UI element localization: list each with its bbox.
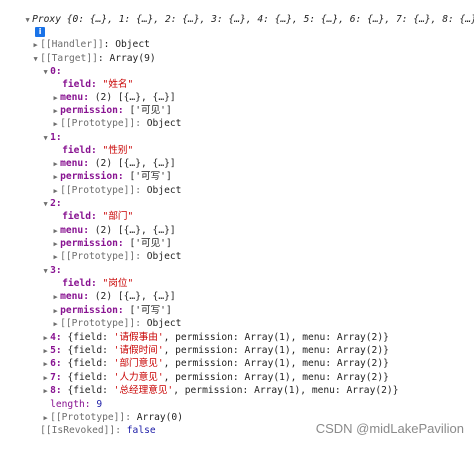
permission-row[interactable]: ▶ permission: ['可写'] bbox=[28, 291, 172, 316]
target-value: Array(9) bbox=[109, 53, 156, 65]
revoked-key: [[IsRevoked]]: bbox=[40, 425, 121, 437]
item-row-0[interactable]: ▼ 0: bbox=[18, 52, 62, 77]
item-rest: , permission: Array(1), menu: Array(2)} bbox=[173, 385, 399, 397]
handler-row[interactable]: ▶ [[Handler]]: Object bbox=[8, 25, 150, 50]
field-row: field: "岗位" bbox=[39, 264, 133, 289]
prototype-value: Object bbox=[146, 251, 182, 263]
prototype-row[interactable]: ▶ [[Prototype]]: Object bbox=[28, 304, 182, 329]
collapsed-item-row-4[interactable]: ▶ 4: {field: '请假事由', permission: Array(1)… bbox=[18, 318, 389, 343]
collapsed-item-row-6[interactable]: ▶ 6: {field: '部门意见', permission: Array(1)… bbox=[18, 344, 389, 369]
item-row-3[interactable]: ▼ 3: bbox=[18, 251, 62, 276]
menu-row[interactable]: ▶ menu: (2) [{…}, {…}] bbox=[28, 144, 176, 169]
prototype-key: [[Prototype]]: bbox=[60, 118, 141, 130]
field-row: field: "性别" bbox=[39, 131, 133, 156]
info-row: i bbox=[12, 12, 46, 38]
revoked-row: [[IsRevoked]]: false bbox=[17, 411, 156, 436]
prototype-row[interactable]: ▶ [[Prototype]]: Object bbox=[28, 104, 182, 129]
prototype-key: [[Prototype]]: bbox=[60, 185, 141, 197]
collapsed-item-row-5[interactable]: ▶ 5: {field: '请假时间', permission: Array(1)… bbox=[18, 331, 389, 356]
field-row: field: "姓名" bbox=[39, 65, 133, 90]
target-colon: : bbox=[97, 53, 110, 65]
prototype-key: [[Prototype]]: bbox=[60, 251, 141, 263]
array-prototype-row[interactable]: ▶ [[Prototype]]: Array(0) bbox=[18, 398, 183, 423]
permission-row[interactable]: ▶ permission: ['可见'] bbox=[28, 224, 172, 249]
target-row[interactable]: ▼ [[Target]]: Array(9) bbox=[8, 39, 156, 64]
proxy-row[interactable]: ▼ Proxy {0: {…}, 1: {…}, 2: {…}, 3: {…}, … bbox=[0, 0, 474, 25]
length-row: length: 9 bbox=[27, 385, 102, 410]
prototype-value: Object bbox=[146, 185, 182, 197]
devtools-console: ▼ Proxy {0: {…}, 1: {…}, 2: {…}, 3: {…}, … bbox=[0, 0, 474, 443]
collapsed-item-row-8[interactable]: ▶ 8: {field: '总经理意见', permission: Array(1… bbox=[18, 371, 399, 396]
permission-row[interactable]: ▶ permission: ['可写'] bbox=[28, 157, 172, 182]
menu-row[interactable]: ▶ menu: (2) [{…}, {…}] bbox=[28, 211, 176, 236]
item-row-1[interactable]: ▼ 1: bbox=[18, 118, 62, 143]
revoked-value: false bbox=[126, 425, 156, 437]
field-row: field: "部门" bbox=[39, 197, 133, 222]
prototype-row[interactable]: ▶ [[Prototype]]: Object bbox=[28, 237, 182, 262]
collapsed-item-row-7[interactable]: ▶ 7: {field: '人力意见', permission: Array(1)… bbox=[18, 358, 389, 383]
item-row-2[interactable]: ▼ 2: bbox=[18, 184, 62, 209]
prototype-value: Object bbox=[146, 118, 182, 130]
item-field: '总经理意见' bbox=[113, 385, 174, 397]
permission-row[interactable]: ▶ permission: ['可见'] bbox=[28, 91, 172, 116]
proxy-summary: Proxy {0: {…}, 1: {…}, 2: {…}, 3: {…}, 4… bbox=[32, 14, 474, 26]
menu-row[interactable]: ▶ menu: (2) [{…}, {…}] bbox=[28, 277, 176, 302]
prototype-row[interactable]: ▶ [[Prototype]]: Object bbox=[28, 171, 182, 196]
watermark: CSDN @midLakePavilion bbox=[315, 420, 464, 436]
menu-row[interactable]: ▶ menu: (2) [{…}, {…}] bbox=[28, 78, 176, 103]
